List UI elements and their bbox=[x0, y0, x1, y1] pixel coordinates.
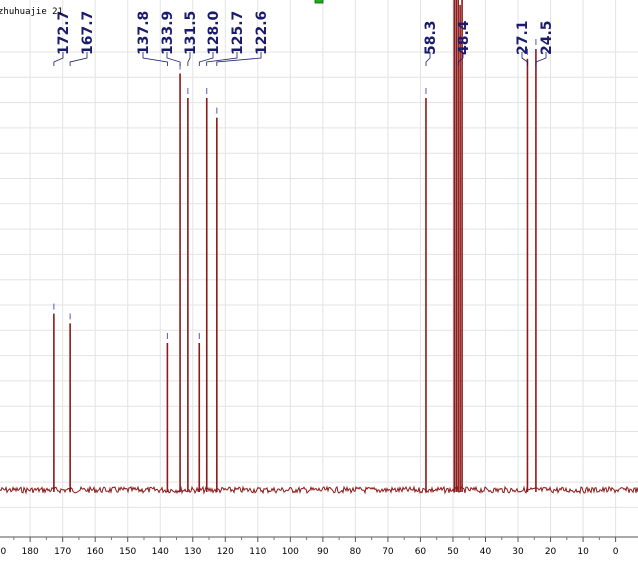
peak-label: 131.5 bbox=[183, 11, 199, 55]
x-tick-label: 100 bbox=[282, 547, 299, 557]
x-tick-label: 60 bbox=[415, 547, 427, 557]
peak-label: 122.6 bbox=[254, 11, 270, 55]
peak-label: 137.8 bbox=[136, 11, 152, 55]
x-tick-label: 160 bbox=[87, 547, 104, 557]
x-tick-label: 70 bbox=[382, 547, 394, 557]
x-tick-label: 120 bbox=[217, 547, 234, 557]
x-axis: 1901801701601501401301201101009080706050… bbox=[0, 536, 638, 557]
x-tick-label: 10 bbox=[577, 547, 589, 557]
x-tick-label: 0 bbox=[613, 547, 619, 557]
peak-labels: 172.7 167.7 137.8 133.9 131.5 128.0 125.7 122.6… bbox=[53, 10, 555, 66]
x-tick-label: 90 bbox=[317, 547, 329, 557]
peak-label: 58.3 bbox=[423, 20, 439, 55]
peaks bbox=[53, 0, 537, 492]
nmr-spectrum-chart: 1901801701601501401301201101009080706050… bbox=[0, 0, 638, 557]
peak-label: 27.1 bbox=[515, 20, 531, 55]
x-tick-label: 180 bbox=[22, 547, 39, 557]
x-tick-label: 170 bbox=[54, 547, 71, 557]
peak-label: 133.9 bbox=[160, 11, 176, 55]
x-tick-label: 20 bbox=[545, 547, 557, 557]
x-tick-label: 130 bbox=[184, 547, 201, 557]
cursor-marker-icon bbox=[314, 0, 324, 4]
spectrum-view: 1901801701601501401301201101009080706050… bbox=[0, 0, 638, 561]
x-tick-label: 150 bbox=[119, 547, 136, 557]
x-tick-label: 110 bbox=[249, 547, 266, 557]
peak-label: 48.4 bbox=[456, 20, 472, 55]
peak-label: 167.7 bbox=[80, 11, 96, 55]
baseline-noise bbox=[0, 485, 638, 495]
peak-label: 172.7 bbox=[56, 11, 72, 55]
sample-name: zhuhuajie 21 bbox=[0, 7, 63, 17]
peak-label: 125.7 bbox=[230, 11, 246, 55]
x-tick-label: 190 bbox=[0, 547, 6, 557]
grid-lines bbox=[0, 0, 638, 537]
x-tick-label: 80 bbox=[350, 547, 362, 557]
x-tick-label: 140 bbox=[152, 547, 169, 557]
peak-label: 128.0 bbox=[206, 10, 222, 55]
x-tick-label: 30 bbox=[512, 547, 524, 557]
x-tick-label: 40 bbox=[480, 547, 492, 557]
x-tick-label: 50 bbox=[447, 547, 459, 557]
peak-label: 24.5 bbox=[539, 20, 555, 55]
spectrum-baseline bbox=[0, 485, 638, 495]
